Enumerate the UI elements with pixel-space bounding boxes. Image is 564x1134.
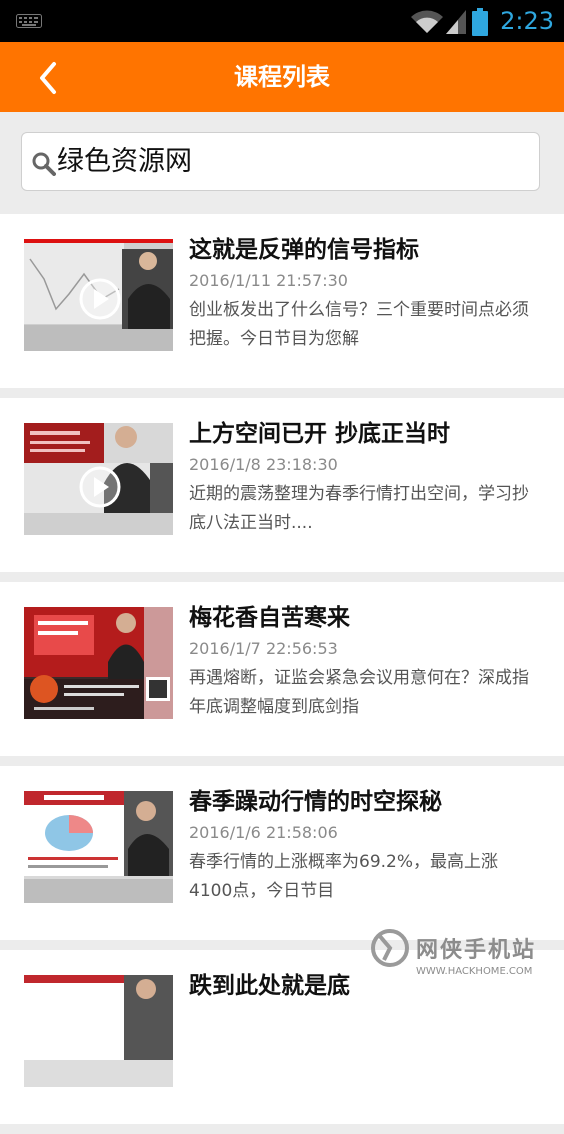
list-item[interactable]: 上方空间已开 抄底正当时 2016/1/8 23:18:30 近期的震荡整理为春… <box>0 398 564 572</box>
keyboard-icon <box>16 14 42 28</box>
list-item[interactable]: 春季躁动行情的时空探秘 2016/1/6 21:58:06 春季行情的上涨概率为… <box>0 766 564 940</box>
course-date: 2016/1/11 21:57:30 <box>189 271 348 290</box>
search-icon <box>32 152 56 176</box>
course-description: 创业板发出了什么信号？三个重要时间点必须把握。今日节目为您解 <box>189 300 529 349</box>
course-list: 这就是反弹的信号指标 2016/1/11 21:57:30 创业板发出了什么信号… <box>0 214 564 1134</box>
page-title: 课程列表 <box>234 63 330 91</box>
course-description: 再遇熔断，证监会紧急会议用意何在？深成指年底调整幅度到底剑指 <box>189 668 529 717</box>
video-thumbnail <box>24 607 173 719</box>
status-bar: 2:23 <box>0 0 564 42</box>
course-date: 2016/1/6 21:58:06 <box>189 823 338 842</box>
video-thumbnail <box>24 423 173 535</box>
video-thumbnail <box>24 791 173 903</box>
list-item[interactable]: 这就是反弹的信号指标 2016/1/11 21:57:30 创业板发出了什么信号… <box>0 214 564 388</box>
video-thumbnail <box>24 975 173 1087</box>
watermark-url: WWW.HACKHOME.COM <box>416 966 533 977</box>
list-item[interactable]: 梅花香自苦寒来 2016/1/7 22:56:53 再遇熔断，证监会紧急会议用意… <box>0 582 564 756</box>
course-title: 这就是反弹的信号指标 <box>189 237 419 263</box>
signal-icon <box>446 10 466 34</box>
watermark-name: 网侠手机站 <box>416 938 537 963</box>
course-date: 2016/1/7 22:56:53 <box>189 639 338 658</box>
back-button[interactable] <box>28 56 72 100</box>
course-title: 梅花香自苦寒来 <box>189 605 350 631</box>
video-thumbnail <box>24 239 173 351</box>
watermark: 网侠手机站 WWW.HACKHOME.COM <box>370 928 564 990</box>
course-title: 上方空间已开 抄底正当时 <box>189 421 451 447</box>
course-title: 跌到此处就是底 <box>189 973 350 999</box>
battery-icon <box>472 8 488 36</box>
search-input[interactable]: 绿色资源网 <box>21 132 540 191</box>
course-title: 春季躁动行情的时空探秘 <box>189 789 442 815</box>
search-value: 绿色资源网 <box>57 146 192 177</box>
clock: 2:23 <box>500 7 554 35</box>
watermark-logo-icon <box>371 929 409 967</box>
app-header: 课程列表 <box>0 42 564 112</box>
course-description: 近期的震荡整理为春季行情打出空间，学习抄底八法正当时.... <box>189 484 529 533</box>
wifi-icon <box>411 10 443 33</box>
course-date: 2016/1/8 23:18:30 <box>189 455 338 474</box>
course-description: 春季行情的上涨概率为69.2%，最高上涨4100点，今日节目 <box>189 852 499 901</box>
